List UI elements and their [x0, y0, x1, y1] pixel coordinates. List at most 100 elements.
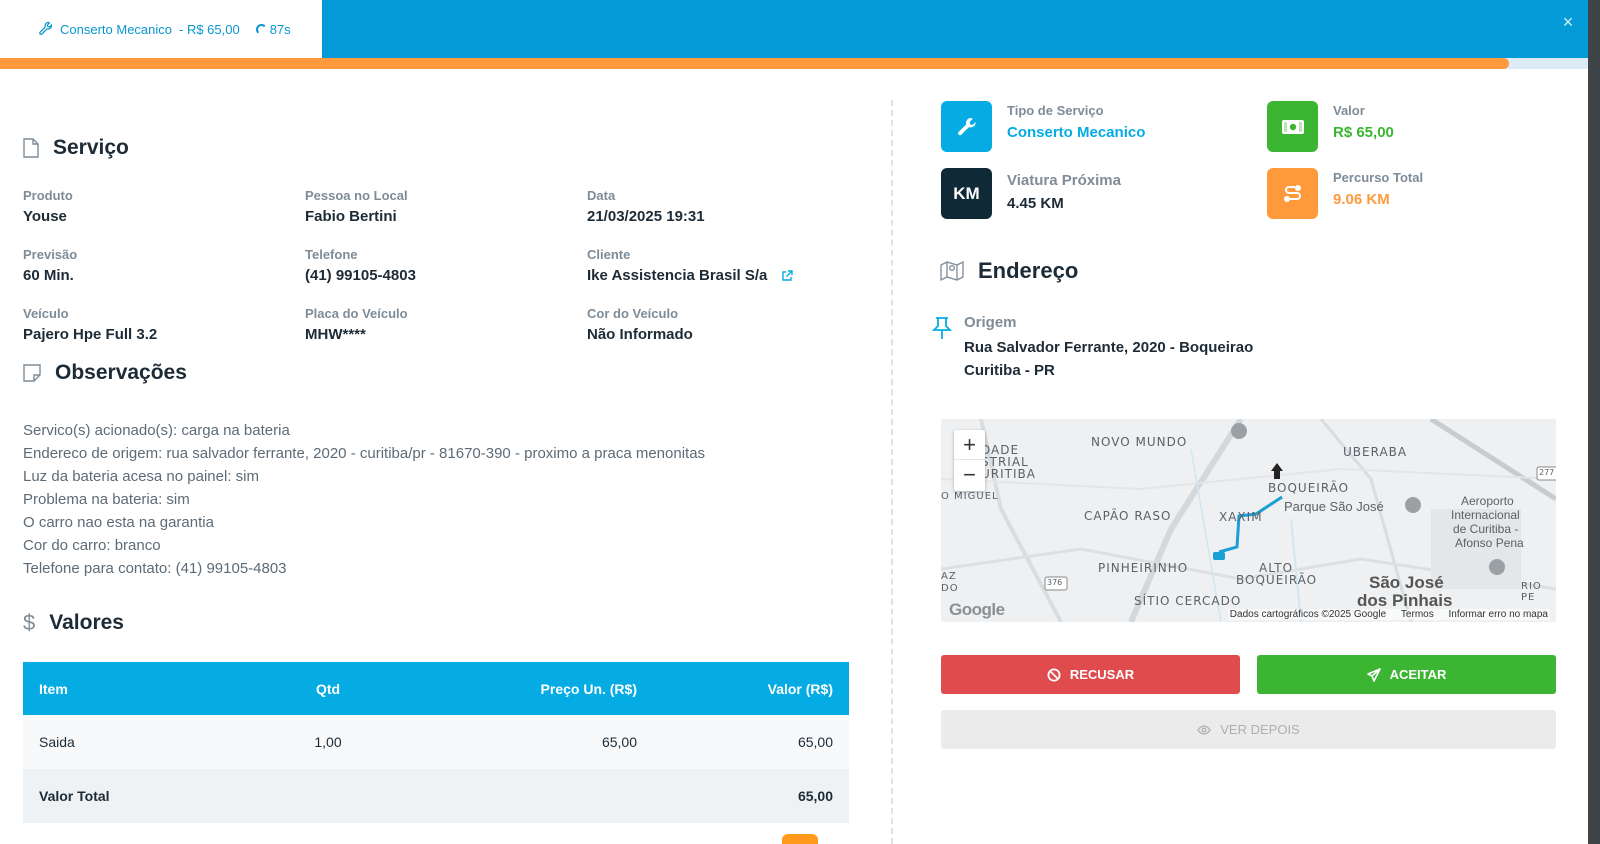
- total-label: Valor Total: [39, 788, 110, 804]
- map-label: de Curitiba -: [1453, 522, 1519, 536]
- obs-line: Luz da bateria acesa no painel: sim: [23, 468, 259, 485]
- field-value: Pajero Hpe Full 3.2: [23, 326, 158, 343]
- map-data-credit: Dados cartográficos ©2025 Google: [1229, 609, 1387, 620]
- map-label: BOQUEIRÃO: [1236, 573, 1318, 587]
- observacoes-section-title: Observações: [23, 361, 849, 385]
- table-row: Saida 1,00 65,00 65,00: [23, 715, 849, 769]
- km-icon: KM: [941, 168, 992, 219]
- field-cor: Cor do Veículo Não Informado: [587, 304, 849, 363]
- route-map[interactable]: NOVO MUNDO UBERABA DADE STRIAL URITIBA O…: [941, 419, 1556, 622]
- field-value: Youse: [23, 208, 67, 225]
- external-link-icon[interactable]: [781, 269, 794, 282]
- viatura-value: 4.45 KM: [1007, 195, 1064, 212]
- observacoes-text: Servico(s) acionado(s): carga na bateria…: [23, 419, 849, 580]
- map-label: BOQUEIRÃO: [1268, 481, 1350, 495]
- scroll-badge[interactable]: [782, 834, 818, 844]
- field-label: Data: [587, 188, 616, 203]
- map-label: PINHEIRINHO: [1098, 561, 1189, 575]
- map-zoom-controls: + −: [954, 430, 985, 491]
- field-label: Pessoa no Local: [305, 188, 408, 203]
- field-veiculo: Veículo Pajero Hpe Full 3.2: [23, 304, 305, 363]
- money-icon: [1267, 101, 1318, 152]
- map-label: Internacional: [1451, 508, 1520, 522]
- paper-plane-icon: [1366, 667, 1381, 682]
- origem-label: Origem: [964, 314, 1017, 331]
- map-terms-link[interactable]: Termos: [1401, 609, 1434, 620]
- endereco-section-title: Endereço: [940, 258, 1078, 284]
- origem-line1: Rua Salvador Ferrante, 2020 - Boqueirao: [964, 339, 1254, 356]
- eye-icon: [1197, 724, 1212, 735]
- map-icon: [940, 260, 964, 282]
- percurso-label: Percurso Total: [1333, 170, 1424, 185]
- field-value: Fabio Bertini: [305, 208, 397, 225]
- field-label: Cor do Veículo: [587, 306, 679, 321]
- close-button[interactable]: ×: [1556, 10, 1580, 34]
- cell-valor: 65,00: [797, 734, 833, 750]
- tile-valor: Valor R$ 65,00: [1267, 101, 1394, 152]
- total-value: 65,00: [797, 788, 833, 804]
- map-label: DO: [941, 583, 959, 594]
- col-valor: Valor (R$): [767, 680, 833, 697]
- service-price: - R$ 65,00: [179, 21, 240, 37]
- origem-block: Origem Rua Salvador Ferrante, 2020 - Boq…: [932, 314, 1253, 382]
- map-label: AZ: [941, 571, 957, 582]
- field-value: Não Informado: [587, 326, 693, 343]
- countdown-timer: 87s: [269, 21, 291, 37]
- recusar-button[interactable]: RECUSAR: [941, 655, 1240, 694]
- table-total-row: Valor Total 65,00: [23, 769, 849, 823]
- field-label: Previsão: [23, 247, 78, 262]
- zoom-in-button[interactable]: +: [954, 430, 985, 460]
- tipo-label: Tipo de Serviço: [1007, 103, 1104, 118]
- wrench-icon: [941, 101, 992, 152]
- field-label: Placa do Veículo: [305, 306, 408, 321]
- valores-title: Valores: [49, 611, 124, 634]
- viatura-label: Viatura Próxima: [1007, 172, 1121, 189]
- servico-fields-grid: Produto Youse Pessoa no Local Fabio Bertin…: [23, 186, 849, 363]
- table-header-row: Item Qtd Preço Un. (R$) Valor (R$): [23, 662, 849, 715]
- cell-preco: 65,00: [601, 734, 637, 750]
- obs-line: Telefone para contato: (41) 99105-4803: [23, 560, 287, 577]
- col-item: Item: [39, 680, 68, 697]
- map-label: Afonso Pena: [1455, 536, 1524, 550]
- pushpin-icon: [932, 317, 952, 339]
- map-label: CAPÃO RASO: [1084, 509, 1172, 523]
- ver-depois-label: VER DEPOIS: [1220, 722, 1300, 737]
- field-value: 21/03/2025 19:31: [587, 208, 705, 225]
- map-report-link[interactable]: Informar erro no mapa: [1449, 609, 1549, 620]
- zoom-out-button[interactable]: −: [954, 460, 985, 490]
- field-pessoa-local: Pessoa no Local Fabio Bertini: [305, 186, 587, 245]
- timer-progress-fill: [0, 58, 1509, 69]
- aceitar-label: ACEITAR: [1389, 667, 1447, 682]
- map-label: XAXIM: [1219, 510, 1263, 524]
- obs-line: Servico(s) acionado(s): carga na bateria: [23, 422, 290, 439]
- map-label: Parque São José: [1284, 499, 1384, 514]
- field-produto: Produto Youse: [23, 186, 305, 245]
- map-label: São José: [1369, 573, 1444, 592]
- road-shield: 277: [1539, 468, 1555, 477]
- field-value: 60 Min.: [23, 267, 74, 284]
- obs-line: Problema na bateria: sim: [23, 491, 190, 508]
- observacoes-title: Observações: [55, 361, 187, 384]
- field-previsao: Previsão 60 Min.: [23, 245, 305, 304]
- field-cliente: Cliente Ike Assistencia Brasil S/a: [587, 245, 849, 304]
- cliente-name: Ike Assistencia Brasil S/a: [587, 267, 768, 284]
- route-icon: [1267, 168, 1318, 219]
- service-tab[interactable]: Conserto Mecanico - R$ 65,00 87s: [0, 0, 322, 58]
- aceitar-button[interactable]: ACEITAR: [1257, 655, 1556, 694]
- obs-line: Endereco de origem: rua salvador ferrant…: [23, 445, 706, 462]
- map-label: RIO PE: [1521, 581, 1542, 603]
- tile-percurso: Percurso Total 9.06 KM: [1267, 168, 1423, 219]
- spinner-icon: [255, 23, 267, 35]
- valores-table: Item Qtd Preço Un. (R$) Valor (R$) Saida…: [23, 662, 849, 823]
- ver-depois-button[interactable]: VER DEPOIS: [941, 710, 1556, 749]
- percurso-value: 9.06 KM: [1333, 191, 1390, 208]
- google-logo: Google: [949, 600, 1005, 619]
- field-placa: Placa do Veículo MHW****: [305, 304, 587, 363]
- servico-section-title: Serviço: [23, 136, 849, 160]
- field-value: Ike Assistencia Brasil S/a: [587, 267, 849, 284]
- map-label: SÍTIO CERCADO: [1134, 594, 1242, 608]
- valor-label: Valor: [1333, 103, 1365, 118]
- map-label: O MIGUEL: [941, 491, 999, 502]
- field-value: (41) 99105-4803: [305, 267, 416, 284]
- field-label: Produto: [23, 188, 73, 203]
